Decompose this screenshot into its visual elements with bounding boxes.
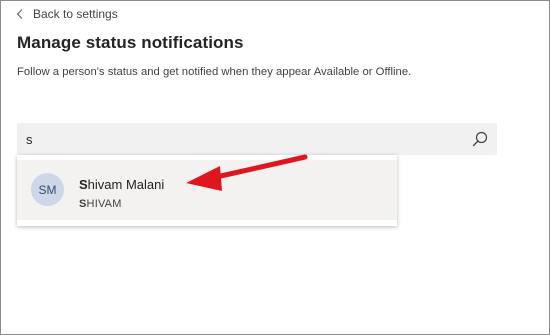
suggestion-subtext: SHIVAM [79,198,122,210]
suggestion-subtext-match: S [79,198,87,210]
search-suggestions-dropdown: SM Shivam Malani SHIVAM [17,155,397,226]
page-description: Follow a person's status and get notifie… [17,66,412,78]
suggestion-name-rest: hivam Malani [87,177,165,192]
search-input[interactable] [26,123,456,155]
suggestion-name-match: S [79,177,88,192]
page-title: Manage status notifications [17,33,244,52]
suggestion-item[interactable]: SM Shivam Malani SHIVAM [17,160,397,220]
back-to-settings-link[interactable]: Back to settings [15,6,118,22]
suggestion-name: Shivam Malani [79,177,164,192]
suggestion-subtext-rest: HIVAM [86,198,122,210]
back-link-label: Back to settings [33,7,118,21]
search-box[interactable] [17,123,497,155]
chevron-left-icon [15,8,25,20]
avatar: SM [31,173,64,206]
search-icon[interactable] [472,131,488,147]
